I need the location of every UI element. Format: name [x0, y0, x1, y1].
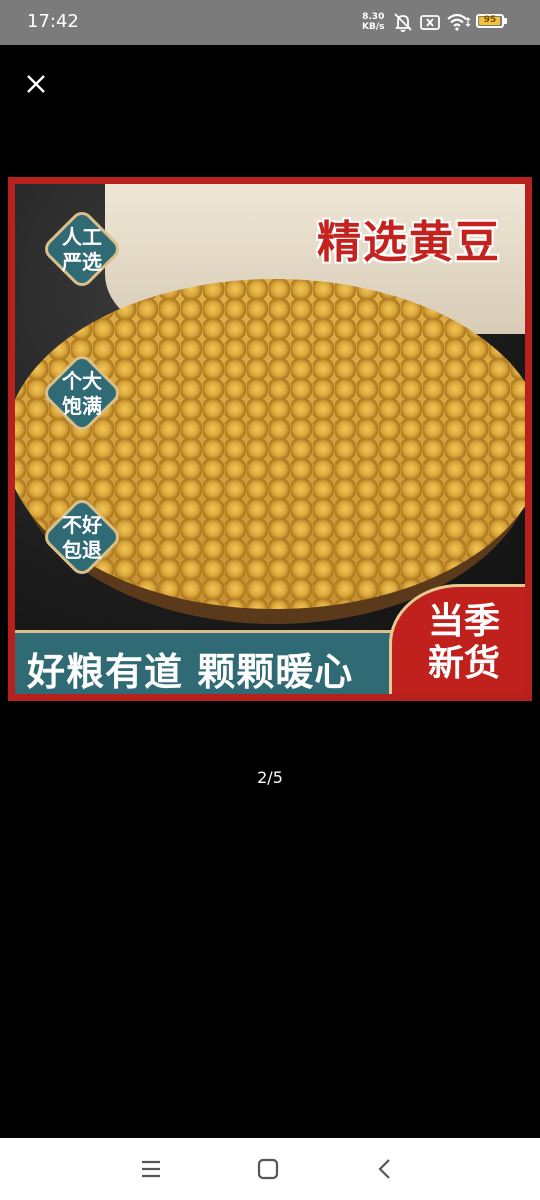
badge-line2: 严选 [62, 250, 102, 274]
back-icon [378, 1159, 390, 1179]
product-image[interactable]: 精选黄豆 人工 严选 个大 饱满 不好 包退 好粮有道 颗颗暖心 当季 新货 [8, 177, 532, 701]
product-title-box: 精选黄豆 [311, 204, 507, 272]
recents-button[interactable] [138, 1156, 164, 1182]
network-speed-value: 8.30 [362, 12, 385, 22]
sim-off-icon [420, 15, 440, 30]
badge-line2: 包退 [62, 538, 102, 562]
badge-text: 人工 严选 [39, 225, 125, 275]
network-speed: 8.30 KB/s [362, 12, 384, 32]
badge-line1: 个大 [62, 369, 102, 393]
image-pager: 2/5 [257, 768, 283, 787]
new-season-text: 当季 新货 [414, 601, 514, 685]
home-icon [257, 1158, 279, 1180]
feature-badge: 个大 饱满 [39, 350, 125, 436]
battery-level: 95 [483, 15, 497, 25]
season-line2: 新货 [427, 643, 500, 684]
badge-text: 个大 饱满 [39, 369, 125, 419]
status-time: 17:42 [27, 11, 79, 32]
feature-badge: 不好 包退 [39, 494, 125, 580]
new-season-tag: 当季 新货 [389, 584, 525, 694]
network-speed-unit: KB/s [362, 22, 385, 32]
status-bar: 17:42 8.30 KB/s 95 [0, 0, 540, 45]
menu-icon [142, 1160, 160, 1178]
navigation-bar [0, 1138, 540, 1200]
home-button[interactable] [255, 1156, 281, 1182]
back-button[interactable] [372, 1156, 398, 1182]
battery-cap [504, 18, 507, 24]
badge-line1: 不好 [62, 513, 102, 537]
mute-icon [394, 13, 412, 32]
badge-text: 不好 包退 [39, 513, 125, 563]
badge-line1: 人工 [62, 225, 102, 249]
close-button[interactable] [22, 70, 50, 98]
slogan-text: 好粮有道 颗颗暖心 [27, 650, 354, 694]
product-image-content: 精选黄豆 人工 严选 个大 饱满 不好 包退 好粮有道 颗颗暖心 当季 新货 [15, 184, 525, 694]
badge-line2: 饱满 [62, 394, 102, 418]
close-icon [27, 75, 45, 93]
product-title: 精选黄豆 [317, 217, 501, 268]
wifi-icon [447, 13, 471, 31]
feature-badge: 人工 严选 [39, 206, 125, 292]
battery-icon: 95 [476, 14, 504, 28]
season-line1: 当季 [427, 601, 500, 642]
